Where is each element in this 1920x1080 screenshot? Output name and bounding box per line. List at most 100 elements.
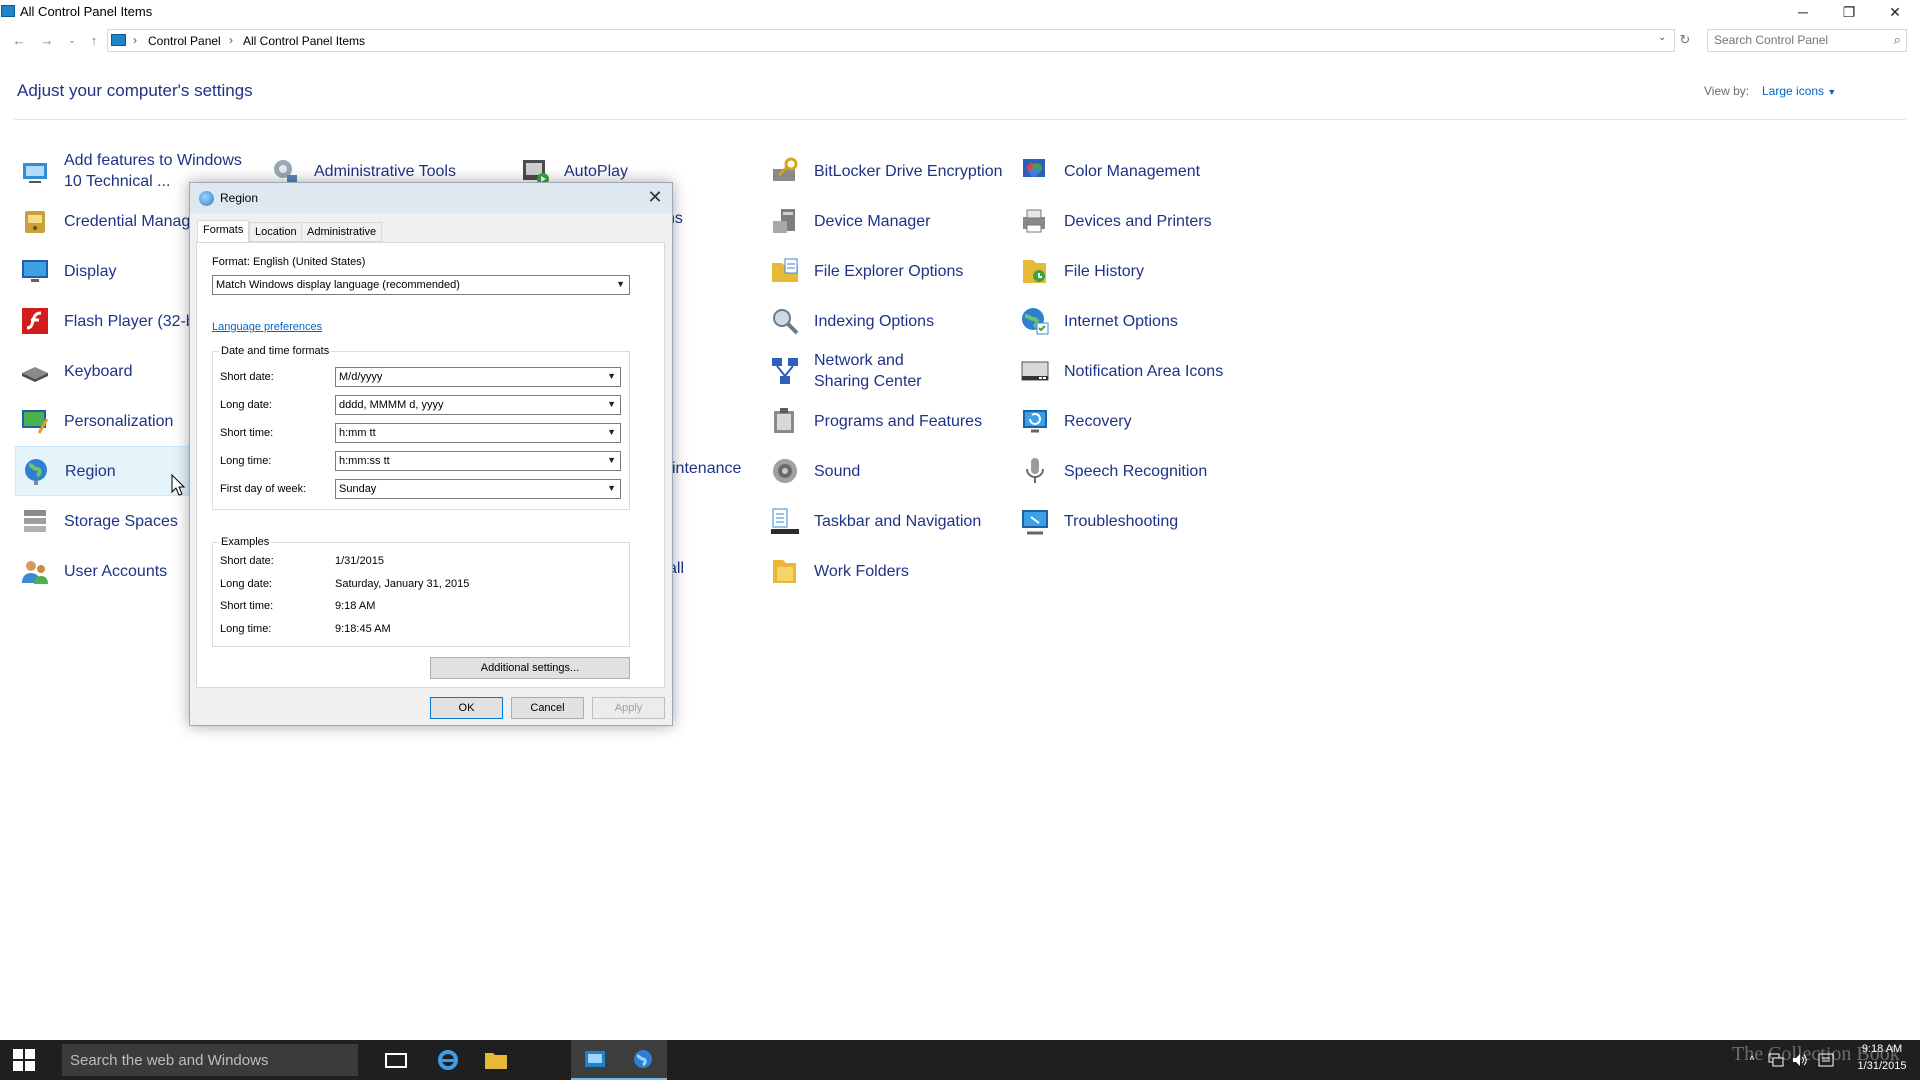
taskbar-search-placeholder[interactable]: Search the web and Windows <box>70 1052 268 1069</box>
tab-administrative[interactable]: Administrative <box>301 222 383 242</box>
cp-item-programs-features[interactable]: Programs and Features <box>765 396 1005 446</box>
chevron-right-icon[interactable]: › <box>133 33 137 47</box>
cp-item-region[interactable]: Region <box>15 446 189 496</box>
cp-item-label[interactable]: Speech Recognition <box>1064 461 1207 482</box>
cp-item-user-accounts[interactable]: User Accounts <box>15 546 189 596</box>
cp-item-label[interactable]: Region <box>65 461 116 482</box>
chevron-down-icon[interactable]: ▼ <box>607 399 616 409</box>
chevron-down-icon[interactable]: ⌄ <box>1658 32 1666 43</box>
cp-item-troubleshooting[interactable]: Troubleshooting <box>1015 496 1255 546</box>
cp-item-color-management[interactable]: Color Management <box>1015 146 1255 196</box>
cp-item-notification-area[interactable]: Notification Area Icons <box>1015 346 1255 396</box>
cp-item-device-manager[interactable]: Device Manager <box>765 196 1005 246</box>
dialog-titlebar[interactable]: Region ✕ <box>190 183 672 213</box>
search-input[interactable] <box>1714 33 1884 47</box>
cp-item-label[interactable]: Taskbar and Navigation <box>814 511 981 532</box>
cp-item-label[interactable]: Sound <box>814 461 860 482</box>
chevron-down-icon[interactable]: ▼ <box>607 483 616 493</box>
breadcrumb[interactable]: › Control Panel › All Control Panel Item… <box>107 29 1675 52</box>
cp-item-label[interactable]: Internet Options <box>1064 311 1178 332</box>
cp-item-label[interactable]: Flash Player (32-bit) <box>64 311 189 332</box>
chevron-right-icon[interactable]: › <box>229 33 233 47</box>
cp-item-label[interactable]: Display <box>64 261 116 282</box>
cp-item-label[interactable]: Storage Spaces <box>64 511 178 532</box>
cp-item-personalization[interactable]: Personalization <box>15 396 189 446</box>
cp-item-label[interactable]: Recovery <box>1064 411 1132 432</box>
tab-location[interactable]: Location <box>249 222 303 242</box>
short-date-select[interactable]: M/d/yyyy ▼ <box>335 367 621 387</box>
long-time-value[interactable]: h:mm:ss tt <box>339 455 390 467</box>
cp-item-storage-spaces[interactable]: Storage Spaces <box>15 496 189 546</box>
network-tray-button[interactable] <box>1764 1040 1788 1080</box>
start-button[interactable] <box>0 1040 48 1080</box>
long-date-select[interactable]: dddd, MMMM d, yyyy ▼ <box>335 395 621 415</box>
cp-item-label[interactable]: File Explorer Options <box>814 261 963 282</box>
refresh-icon[interactable]: ↻ <box>1675 30 1695 50</box>
cp-item-label-partial[interactable]: intenance <box>672 460 741 478</box>
task-view-button[interactable] <box>372 1040 420 1080</box>
dialog-close-button[interactable]: ✕ <box>642 185 668 209</box>
cp-item-devices-printers[interactable]: Devices and Printers <box>1015 196 1255 246</box>
tray-time[interactable]: 9:18 AM <box>1852 1043 1912 1055</box>
first-day-value[interactable]: Sunday <box>339 483 376 495</box>
cp-item-label[interactable]: Device Manager <box>814 211 931 232</box>
cp-item-internet-options[interactable]: Internet Options <box>1015 296 1255 346</box>
cp-item-file-history[interactable]: File History <box>1015 246 1255 296</box>
cp-item-bitlocker[interactable]: BitLocker Drive Encryption <box>765 146 1005 196</box>
cp-item-display[interactable]: Display <box>15 246 189 296</box>
file-explorer-button[interactable] <box>472 1040 520 1080</box>
cp-item-label[interactable]: Network and Sharing Center <box>814 350 954 392</box>
minimize-button[interactable]: ─ <box>1780 0 1826 24</box>
search-icon[interactable]: ⌕ <box>1894 32 1901 48</box>
action-center-button[interactable] <box>1812 1040 1840 1080</box>
additional-settings-button[interactable]: Additional settings... <box>430 657 630 679</box>
cp-item-flash-player[interactable]: Flash Player (32-bit) <box>15 296 189 346</box>
restore-button[interactable]: ❐ <box>1826 0 1872 24</box>
language-preferences-link[interactable]: Language preferences <box>212 321 322 333</box>
forward-arrow-icon[interactable]: → <box>37 30 57 50</box>
taskbar-search[interactable]: Search the web and Windows <box>62 1044 358 1076</box>
cp-item-credential-manager[interactable]: Credential Manager <box>15 196 189 246</box>
cp-item-label[interactable]: Programs and Features <box>814 411 982 432</box>
long-date-value[interactable]: dddd, MMMM d, yyyy <box>339 399 444 411</box>
breadcrumb-control-panel[interactable]: Control Panel <box>148 34 221 48</box>
cp-item-label[interactable]: Devices and Printers <box>1064 211 1212 232</box>
apply-button[interactable]: Apply <box>592 697 665 719</box>
cp-item-label[interactable]: Personalization <box>64 411 173 432</box>
cp-item-label[interactable]: AutoPlay <box>564 161 628 182</box>
first-day-select[interactable]: Sunday ▼ <box>335 479 621 499</box>
cp-item-label[interactable]: Troubleshooting <box>1064 511 1178 532</box>
back-arrow-icon[interactable]: ← <box>9 30 29 50</box>
cp-item-work-folders[interactable]: Work Folders <box>765 546 1005 596</box>
short-date-value[interactable]: M/d/yyyy <box>339 371 382 383</box>
cp-item-label[interactable]: Notification Area Icons <box>1064 361 1223 382</box>
ok-button[interactable]: OK <box>430 697 503 719</box>
cp-item-speech-recognition[interactable]: Speech Recognition <box>1015 446 1255 496</box>
search-box[interactable]: ⌕ <box>1707 29 1907 52</box>
close-button[interactable]: ✕ <box>1872 0 1918 24</box>
cp-item-label[interactable]: Work Folders <box>814 561 909 582</box>
volume-tray-button[interactable] <box>1788 1040 1812 1080</box>
cp-item-label[interactable]: File History <box>1064 261 1144 282</box>
cp-item-label[interactable]: BitLocker Drive Encryption <box>814 161 1003 182</box>
cp-item-label[interactable]: Indexing Options <box>814 311 934 332</box>
chevron-down-icon[interactable]: ▼ <box>607 371 616 381</box>
short-time-value[interactable]: h:mm tt <box>339 427 376 439</box>
cancel-button[interactable]: Cancel <box>511 697 584 719</box>
control-panel-taskbar-button[interactable] <box>571 1040 619 1080</box>
cp-item-label[interactable]: Credential Manager <box>64 211 189 232</box>
cp-item-label[interactable]: Keyboard <box>64 361 133 382</box>
tray-date[interactable]: 1/31/2015 <box>1852 1060 1912 1072</box>
chevron-down-icon[interactable]: ▼ <box>607 455 616 465</box>
cp-item-sound[interactable]: Sound <box>765 446 1005 496</box>
cp-item-label[interactable]: Administrative Tools <box>314 161 456 182</box>
format-value[interactable]: Match Windows display language (recommen… <box>216 279 460 291</box>
cp-item-label[interactable]: Color Management <box>1064 161 1200 182</box>
show-hidden-icons-button[interactable]: ^ <box>1742 1040 1762 1080</box>
cp-item-keyboard[interactable]: Keyboard <box>15 346 189 396</box>
cp-item-indexing-options[interactable]: Indexing Options <box>765 296 1005 346</box>
breadcrumb-all-items[interactable]: All Control Panel Items <box>243 34 365 48</box>
long-time-select[interactable]: h:mm:ss tt ▼ <box>335 451 621 471</box>
recent-dropdown-icon[interactable]: ⌄ <box>62 30 82 50</box>
chevron-down-icon[interactable]: ▼ <box>607 427 616 437</box>
